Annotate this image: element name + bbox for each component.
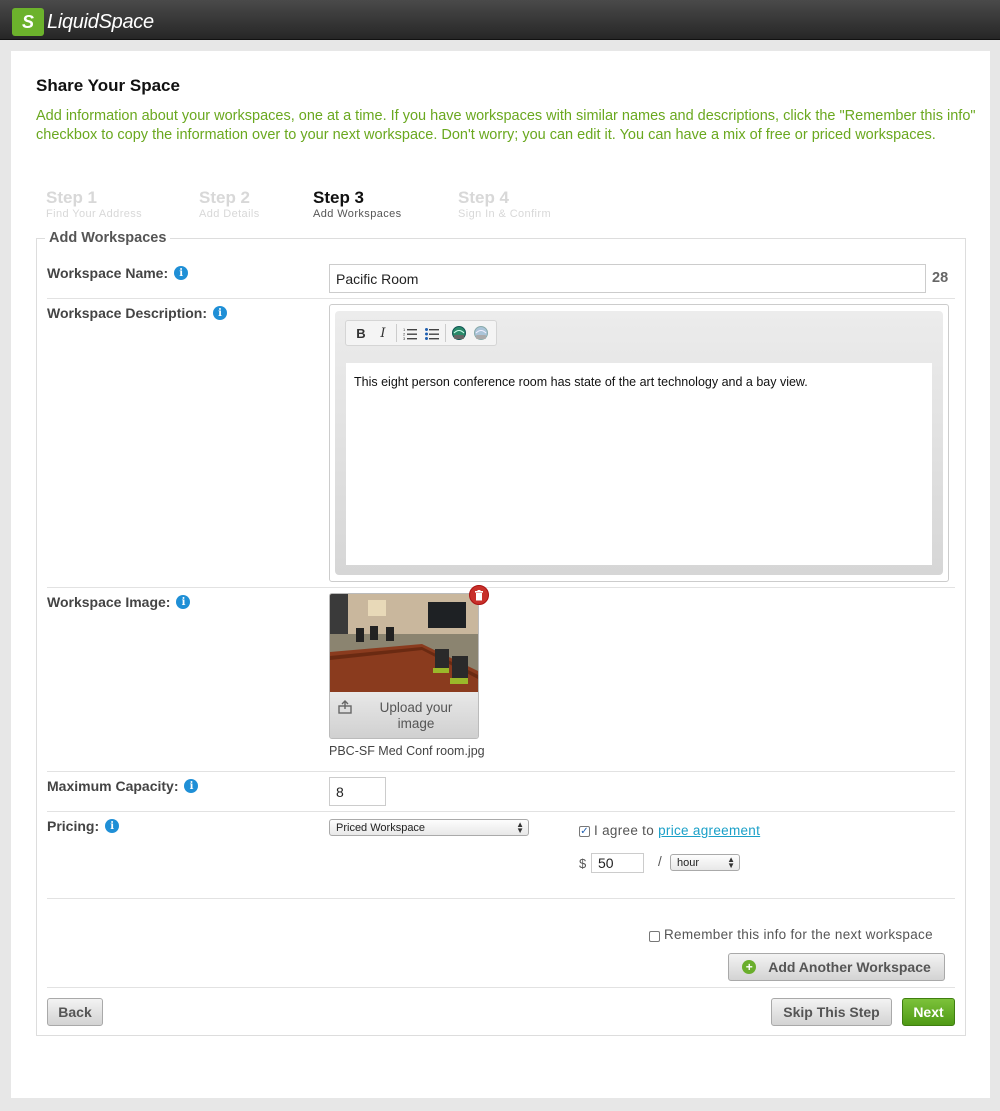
select-value: hour <box>677 856 700 869</box>
select-arrows-icon: ▲ ▼ <box>727 855 735 870</box>
step-title: Step 2 <box>199 188 251 207</box>
step-title: Step 1 <box>46 188 98 207</box>
back-button[interactable]: Back <box>47 998 103 1026</box>
pricing-label: Pricing: i <box>47 818 120 834</box>
button-label: Add Another Workspace <box>768 959 931 975</box>
step-subtitle: Sign In & Confirm <box>458 208 552 220</box>
agree-checkbox[interactable]: ✓ <box>579 826 590 837</box>
page-title: Share Your Space <box>36 76 180 95</box>
step-title: Step 4 <box>458 188 510 207</box>
select-value: Priced Workspace <box>336 821 426 834</box>
add-workspaces-fieldset: Add Workspaces Workspace Name: i Pacific… <box>36 230 966 1036</box>
divider <box>47 987 955 988</box>
main-panel: Share Your Space Add information about y… <box>11 51 990 1098</box>
price-input[interactable]: 50 <box>591 853 644 873</box>
price-agreement-link[interactable]: price agreement <box>658 823 760 838</box>
plus-circle-icon: + <box>742 960 757 974</box>
logo[interactable]: S LiquidSpace <box>12 8 154 36</box>
price-unit-select[interactable]: hour ▲ ▼ <box>670 854 740 871</box>
pricing-type-select[interactable]: Priced Workspace ▲ ▼ <box>329 819 529 836</box>
label-text: Pricing: <box>47 818 100 834</box>
step-title: Step 3 <box>313 188 365 207</box>
agree-text: I agree to price agreement <box>594 823 760 838</box>
step-subtitle: Add Details <box>199 208 260 220</box>
top-bar: S LiquidSpace <box>0 0 1000 40</box>
per-separator: / <box>658 854 663 869</box>
select-arrows-icon: ▲ ▼ <box>516 820 524 835</box>
add-another-workspace-button[interactable]: + Add Another Workspace <box>728 953 945 981</box>
pricing-row: Pricing: i Priced Workspace ▲ ▼ ✓ I agree… <box>47 239 955 899</box>
skip-step-button[interactable]: Skip This Step <box>771 998 892 1026</box>
next-button[interactable]: Next <box>902 998 955 1026</box>
step-1: Step 1 Find Your Address <box>46 188 142 220</box>
step-subtitle: Find Your Address <box>46 208 143 220</box>
logo-icon: S <box>12 8 44 36</box>
remember-checkbox[interactable] <box>649 931 660 942</box>
currency-symbol: $ <box>579 856 587 871</box>
step-subtitle: Add Workspaces <box>313 208 402 220</box>
step-2: Step 2 Add Details <box>199 188 260 220</box>
agree-prefix: I agree to <box>594 823 655 838</box>
step-3: Step 3 Add Workspaces <box>313 188 402 220</box>
logo-text: LiquidSpace <box>47 10 154 33</box>
info-icon[interactable]: i <box>105 819 120 833</box>
remember-label: Remember this info for the next workspac… <box>664 927 933 942</box>
divider <box>47 898 955 899</box>
step-4: Step 4 Sign In & Confirm <box>458 188 551 220</box>
intro-text: Add information about your workspaces, o… <box>36 108 976 143</box>
